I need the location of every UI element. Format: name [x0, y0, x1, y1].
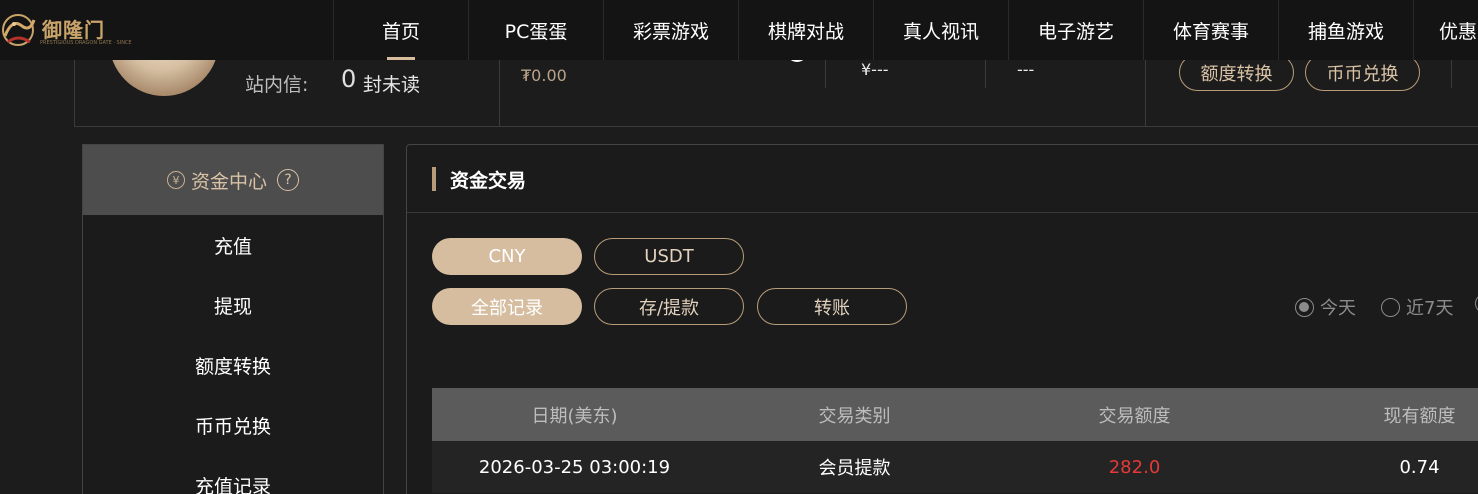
range-7days-label: 近7天 — [1406, 298, 1454, 319]
yen-coin-icon: ¥ — [166, 171, 185, 189]
nav-item-slots[interactable]: 电子游艺 — [1008, 0, 1143, 60]
divider — [1145, 60, 1146, 127]
sidebar-item-withdraw[interactable]: 提现 — [83, 275, 383, 335]
sidebar-item-deposit-records[interactable]: 充值记录 — [83, 455, 383, 494]
nav-item-chess-cards[interactable]: 棋牌对战 — [738, 0, 873, 60]
sidebar-header: ¥ 资金中心 ? — [83, 145, 383, 215]
help-icon[interactable]: ? — [277, 169, 299, 191]
column-header-date: 日期(美东) — [531, 405, 618, 427]
divider — [499, 60, 500, 127]
inbox-unread-label: 封未读 — [363, 74, 421, 96]
main-menu: 首页 PC蛋蛋 彩票游戏 棋牌对战 真人视讯 电子游艺 体育赛事 捕鱼游戏 优惠 — [333, 0, 1478, 60]
page-title: 资金交易 — [450, 170, 527, 192]
nav-item-pc-egg[interactable]: PC蛋蛋 — [468, 0, 603, 60]
column-header-type: 交易类别 — [818, 405, 891, 427]
sidebar-item-coin-exchange[interactable]: 币币兑换 — [83, 395, 383, 455]
dragon-logo-icon — [0, 6, 40, 50]
nav-item-fishing[interactable]: 捕鱼游戏 — [1278, 0, 1413, 60]
range-7days-option[interactable]: 近7天 — [1381, 294, 1453, 320]
brand-logo[interactable]: 御隆门 PRESTIGIOUS DRAGON GATE · SINCE — [0, 4, 132, 52]
transactions-table: 日期(美东) 交易类别 交易额度 现有额度 2026-03-25 03:00:1… — [432, 388, 1478, 493]
sidebar-title: 资金中心 — [190, 170, 267, 193]
cell-balance: 0.74 — [1399, 456, 1440, 478]
tab-transfer[interactable]: 转账 — [757, 288, 907, 325]
column-header-balance: 现有额度 — [1383, 405, 1456, 427]
brand-tagline: PRESTIGIOUS DRAGON GATE · SINCE — [40, 40, 132, 46]
cell-type: 会员提款 — [818, 458, 891, 479]
funds-transactions-panel: 资金交易 CNY USDT 全部记录 存/提款 转账 今天 近7天 日期(美东)… — [406, 144, 1478, 494]
table-row[interactable]: 2026-03-25 03:00:19 会员提款 282.0 0.74 — [432, 441, 1478, 493]
tab-all-records[interactable]: 全部记录 — [432, 288, 582, 325]
top-navigation: 御隆门 PRESTIGIOUS DRAGON GATE · SINCE 首页 P… — [0, 0, 1478, 60]
divider — [985, 60, 986, 88]
panel-header: 资金交易 — [407, 145, 1478, 213]
radio-today[interactable] — [1295, 297, 1314, 317]
range-today-option[interactable]: 今天 — [1295, 294, 1356, 320]
inbox-count[interactable]: 0 — [341, 65, 356, 93]
nav-item-live-casino[interactable]: 真人视讯 — [873, 0, 1008, 60]
nav-item-lottery[interactable]: 彩票游戏 — [603, 0, 738, 60]
divider — [1451, 60, 1452, 88]
divider — [825, 60, 826, 88]
balance-other: --- — [1017, 60, 1035, 79]
tab-currency-usdt[interactable]: USDT — [594, 238, 744, 275]
tab-currency-cny[interactable]: CNY — [432, 238, 582, 275]
nav-item-promotions[interactable]: 优惠 — [1413, 0, 1478, 60]
nav-item-home[interactable]: 首页 — [333, 0, 468, 60]
table-header-row: 日期(美东) 交易类别 交易额度 现有额度 — [432, 388, 1478, 441]
radio-7days[interactable] — [1381, 297, 1400, 317]
title-accent-bar — [432, 167, 436, 191]
main-balance: ₮0.00 — [521, 66, 567, 85]
inbox-label: 站内信: — [245, 74, 309, 96]
funds-sidebar: ¥ 资金中心 ? 充值 提现 额度转换 币币兑换 充值记录 — [82, 144, 384, 494]
tab-deposit-withdraw[interactable]: 存/提款 — [594, 288, 744, 325]
cell-amount: 282.0 — [1108, 456, 1161, 478]
balance-yen: ¥--- — [861, 60, 889, 79]
sidebar-item-deposit[interactable]: 充值 — [83, 215, 383, 275]
sidebar-item-quota-transfer[interactable]: 额度转换 — [83, 335, 383, 395]
cell-date: 2026-03-25 03:00:19 — [478, 456, 671, 478]
column-header-amount: 交易额度 — [1098, 405, 1171, 427]
user-info-panel: 站内信: 0 封未读 ₮0.00 ¥--- --- 额度转换 币币兑换 — [74, 32, 1478, 127]
brand-name: 御隆门 — [42, 17, 105, 42]
range-today-label: 今天 — [1320, 298, 1356, 319]
nav-item-sports[interactable]: 体育赛事 — [1143, 0, 1278, 60]
